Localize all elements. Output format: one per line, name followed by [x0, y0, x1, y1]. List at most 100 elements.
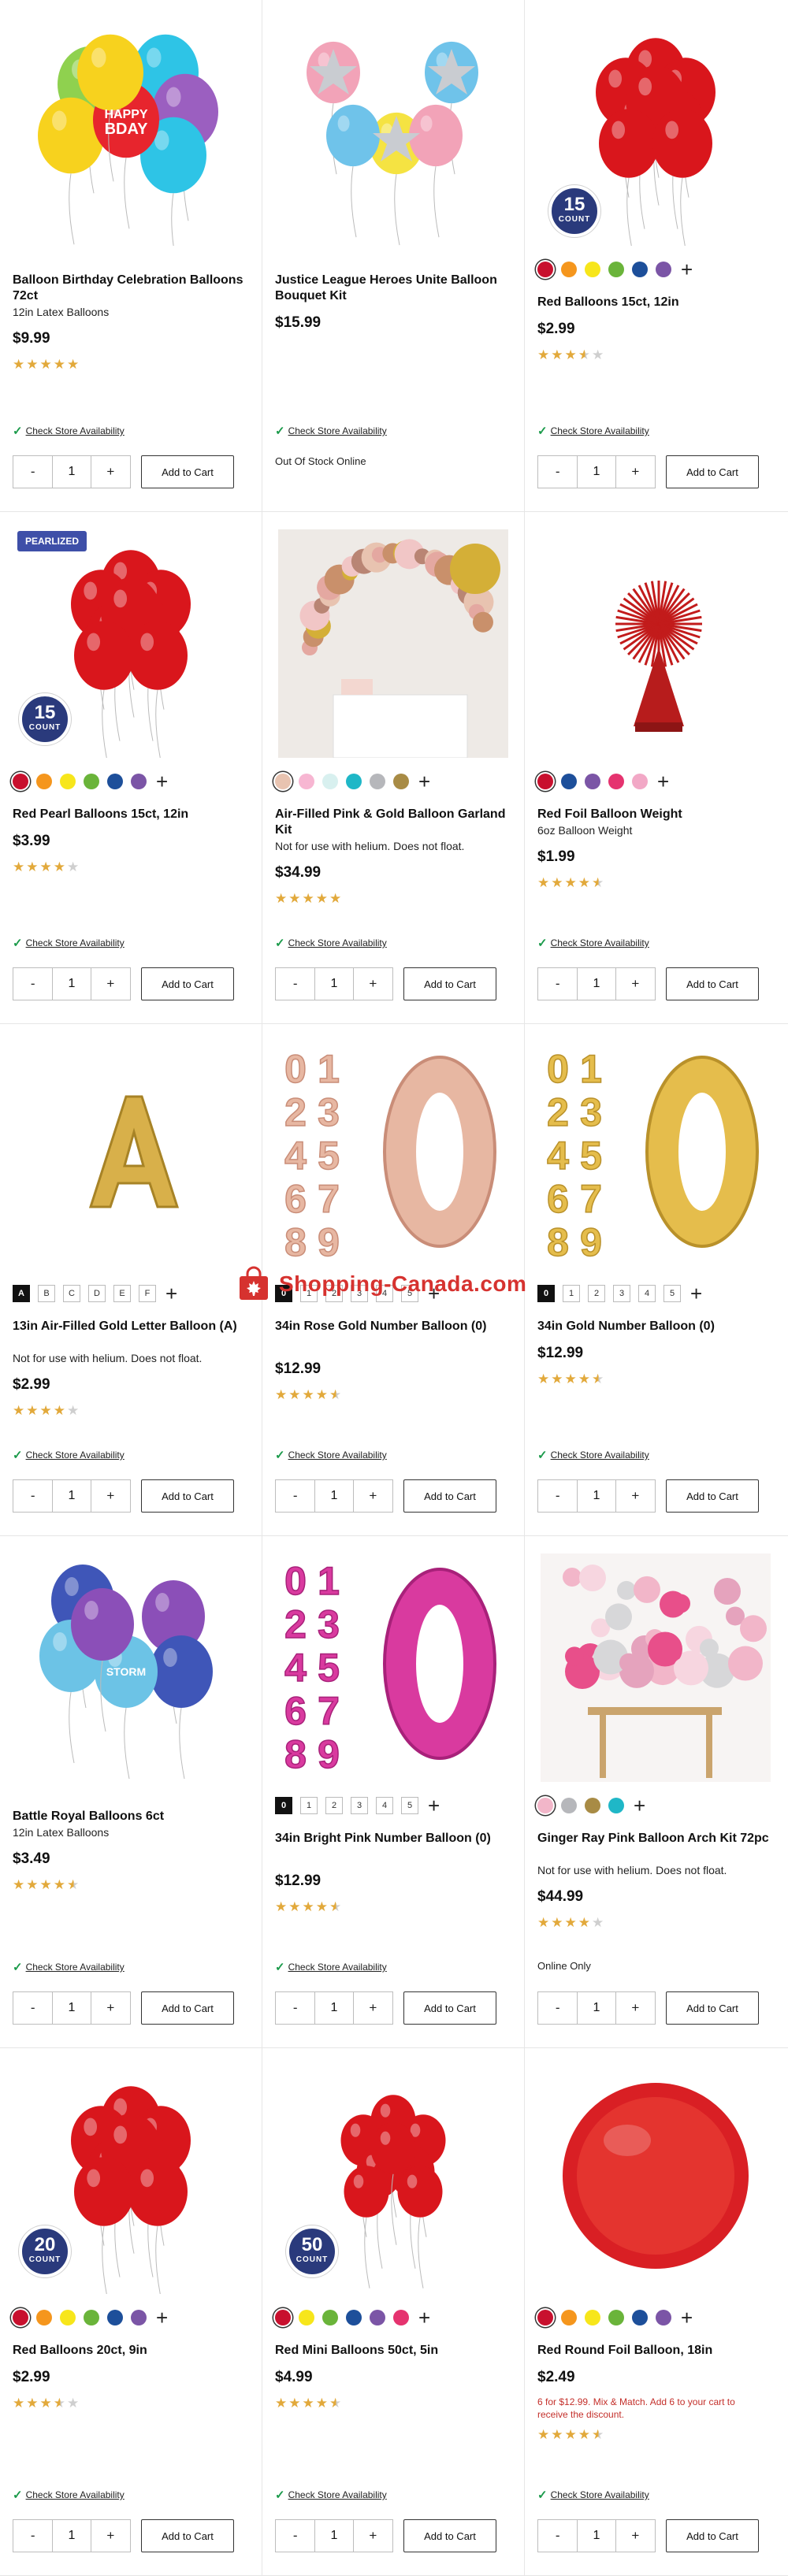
increase-qty-button[interactable]: +: [91, 456, 130, 488]
color-swatch[interactable]: [84, 774, 99, 789]
product-image[interactable]: STORM: [16, 1553, 246, 1782]
add-to-cart-button[interactable]: Add to Cart: [141, 1991, 234, 2025]
color-swatch[interactable]: [561, 774, 577, 789]
quantity-value[interactable]: 1: [52, 456, 91, 488]
add-to-cart-button[interactable]: Add to Cart: [666, 1479, 759, 1513]
increase-qty-button[interactable]: +: [91, 1992, 130, 2024]
product-image[interactable]: [278, 529, 508, 758]
add-to-cart-button[interactable]: Add to Cart: [141, 455, 234, 488]
color-swatch[interactable]: [299, 2310, 314, 2325]
check-store-availability-link[interactable]: Check Store Availability: [26, 1449, 125, 1461]
check-store-availability-link[interactable]: Check Store Availability: [26, 937, 125, 948]
color-swatch[interactable]: [632, 774, 648, 789]
color-swatch[interactable]: [346, 2310, 362, 2325]
color-swatch[interactable]: [36, 774, 52, 789]
product-title[interactable]: 34in Rose Gold Number Balloon (0): [275, 1319, 511, 1334]
variant-option[interactable]: C: [63, 1285, 80, 1302]
color-swatch[interactable]: [393, 774, 409, 789]
color-swatch[interactable]: [632, 2310, 648, 2325]
check-store-availability-link[interactable]: Check Store Availability: [288, 1962, 387, 1973]
product-title[interactable]: Red Foil Balloon Weight: [537, 807, 774, 822]
color-swatch[interactable]: [346, 774, 362, 789]
product-title[interactable]: Battle Royal Balloons 6ct: [13, 1809, 249, 1824]
more-variants-plus-icon[interactable]: +: [418, 2307, 430, 2328]
variant-option[interactable]: A: [13, 1285, 30, 1302]
color-swatch[interactable]: [608, 262, 624, 277]
increase-qty-button[interactable]: +: [616, 2520, 655, 2552]
increase-qty-button[interactable]: +: [91, 1480, 130, 1512]
variant-option[interactable]: 5: [663, 1285, 681, 1302]
product-image[interactable]: [278, 17, 508, 246]
variant-option[interactable]: F: [139, 1285, 156, 1302]
check-store-availability-link[interactable]: Check Store Availability: [551, 1449, 649, 1461]
add-to-cart-button[interactable]: Add to Cart: [403, 2519, 496, 2552]
increase-qty-button[interactable]: +: [616, 1480, 655, 1512]
more-variants-plus-icon[interactable]: +: [156, 2307, 168, 2328]
add-to-cart-button[interactable]: Add to Cart: [666, 455, 759, 488]
decrease-qty-button[interactable]: -: [538, 1480, 577, 1512]
decrease-qty-button[interactable]: -: [13, 968, 52, 1000]
product-title[interactable]: Red Mini Balloons 50ct, 5in: [275, 2343, 511, 2359]
color-swatch[interactable]: [537, 262, 553, 277]
decrease-qty-button[interactable]: -: [276, 1992, 314, 2024]
product-image[interactable]: 0123456789: [278, 1553, 508, 1782]
product-title[interactable]: Ginger Ray Pink Balloon Arch Kit 72pc: [537, 1831, 774, 1847]
add-to-cart-button[interactable]: Add to Cart: [403, 1479, 496, 1513]
color-swatch[interactable]: [60, 2310, 76, 2325]
variant-option[interactable]: 4: [376, 1797, 393, 1814]
color-swatch[interactable]: [608, 2310, 624, 2325]
add-to-cart-button[interactable]: Add to Cart: [666, 2519, 759, 2552]
more-variants-plus-icon[interactable]: +: [657, 771, 669, 792]
color-swatch[interactable]: [13, 2310, 28, 2325]
decrease-qty-button[interactable]: -: [13, 1992, 52, 2024]
check-store-availability-link[interactable]: Check Store Availability: [26, 425, 125, 436]
color-swatch[interactable]: [299, 774, 314, 789]
variant-option[interactable]: E: [113, 1285, 131, 1302]
color-swatch[interactable]: [107, 2310, 123, 2325]
variant-option[interactable]: D: [88, 1285, 106, 1302]
product-image[interactable]: [541, 2066, 771, 2294]
decrease-qty-button[interactable]: -: [538, 968, 577, 1000]
color-swatch[interactable]: [107, 774, 123, 789]
more-variants-plus-icon[interactable]: +: [156, 771, 168, 792]
quantity-value[interactable]: 1: [314, 1480, 354, 1512]
color-swatch[interactable]: [275, 2310, 291, 2325]
product-image[interactable]: 0123456789: [541, 1041, 771, 1270]
product-image[interactable]: HAPPY BDAY: [16, 17, 246, 246]
quantity-value[interactable]: 1: [577, 2520, 616, 2552]
color-swatch[interactable]: [561, 1798, 577, 1813]
add-to-cart-button[interactable]: Add to Cart: [141, 967, 234, 1000]
increase-qty-button[interactable]: +: [616, 968, 655, 1000]
color-swatch[interactable]: [537, 2310, 553, 2325]
variant-option[interactable]: 3: [613, 1285, 630, 1302]
product-title[interactable]: Balloon Birthday Celebration Balloons 72…: [13, 273, 249, 304]
color-swatch[interactable]: [370, 774, 385, 789]
product-image[interactable]: [541, 529, 771, 758]
product-image[interactable]: [16, 1041, 246, 1270]
quantity-value[interactable]: 1: [52, 1480, 91, 1512]
decrease-qty-button[interactable]: -: [276, 2520, 314, 2552]
variant-option[interactable]: 2: [325, 1797, 343, 1814]
check-store-availability-link[interactable]: Check Store Availability: [288, 937, 387, 948]
product-title[interactable]: Red Balloons 15ct, 12in: [537, 295, 774, 310]
quantity-value[interactable]: 1: [577, 456, 616, 488]
color-swatch[interactable]: [585, 262, 600, 277]
color-swatch[interactable]: [370, 2310, 385, 2325]
decrease-qty-button[interactable]: -: [276, 968, 314, 1000]
quantity-value[interactable]: 1: [314, 968, 354, 1000]
variant-option[interactable]: 1: [300, 1797, 318, 1814]
more-variants-plus-icon[interactable]: +: [681, 2307, 693, 2328]
check-store-availability-link[interactable]: Check Store Availability: [26, 1962, 125, 1973]
check-store-availability-link[interactable]: Check Store Availability: [551, 2489, 649, 2500]
color-swatch[interactable]: [322, 774, 338, 789]
color-swatch[interactable]: [537, 774, 553, 789]
check-store-availability-link[interactable]: Check Store Availability: [26, 2489, 125, 2500]
check-store-availability-link[interactable]: Check Store Availability: [288, 2489, 387, 2500]
color-swatch[interactable]: [13, 774, 28, 789]
color-swatch[interactable]: [84, 2310, 99, 2325]
variant-option[interactable]: 0: [275, 1797, 292, 1814]
quantity-value[interactable]: 1: [577, 968, 616, 1000]
decrease-qty-button[interactable]: -: [276, 1480, 314, 1512]
variant-option[interactable]: 5: [401, 1797, 418, 1814]
decrease-qty-button[interactable]: -: [538, 456, 577, 488]
